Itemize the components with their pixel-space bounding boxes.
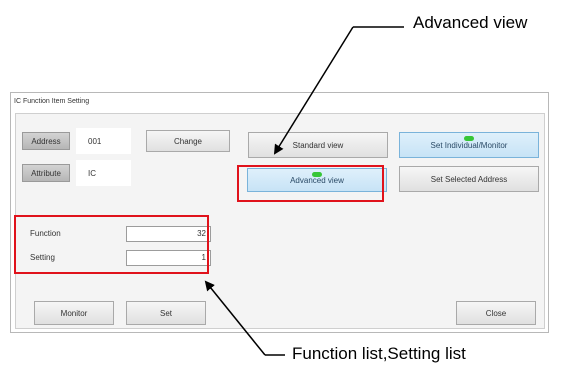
change-button[interactable]: Change bbox=[146, 130, 230, 152]
monitor-button[interactable]: Monitor bbox=[34, 301, 114, 325]
set-individual-label: Set Individual/Monitor bbox=[430, 140, 508, 150]
callout-advanced-view: Advanced view bbox=[413, 13, 528, 32]
window-title: IC Function Item Setting bbox=[14, 98, 90, 105]
function-setting-window: IC Function Item Setting Address 001 Cha… bbox=[10, 92, 549, 333]
set-button[interactable]: Set bbox=[126, 301, 206, 325]
advanced-view-highlight bbox=[237, 165, 384, 202]
attribute-value: IC bbox=[76, 160, 131, 186]
function-setting-highlight bbox=[14, 215, 209, 274]
close-button[interactable]: Close bbox=[456, 301, 536, 325]
address-value: 001 bbox=[76, 128, 131, 154]
standard-view-button[interactable]: Standard view bbox=[248, 132, 388, 158]
address-button[interactable]: Address bbox=[22, 132, 70, 150]
set-individual-indicator bbox=[464, 136, 474, 141]
set-individual-monitor-button[interactable]: Set Individual/Monitor bbox=[399, 132, 539, 158]
set-selected-address-button[interactable]: Set Selected Address bbox=[399, 166, 539, 192]
attribute-button[interactable]: Attribute bbox=[22, 164, 70, 182]
callout-function-setting-list: Function list,Setting list bbox=[292, 344, 466, 363]
